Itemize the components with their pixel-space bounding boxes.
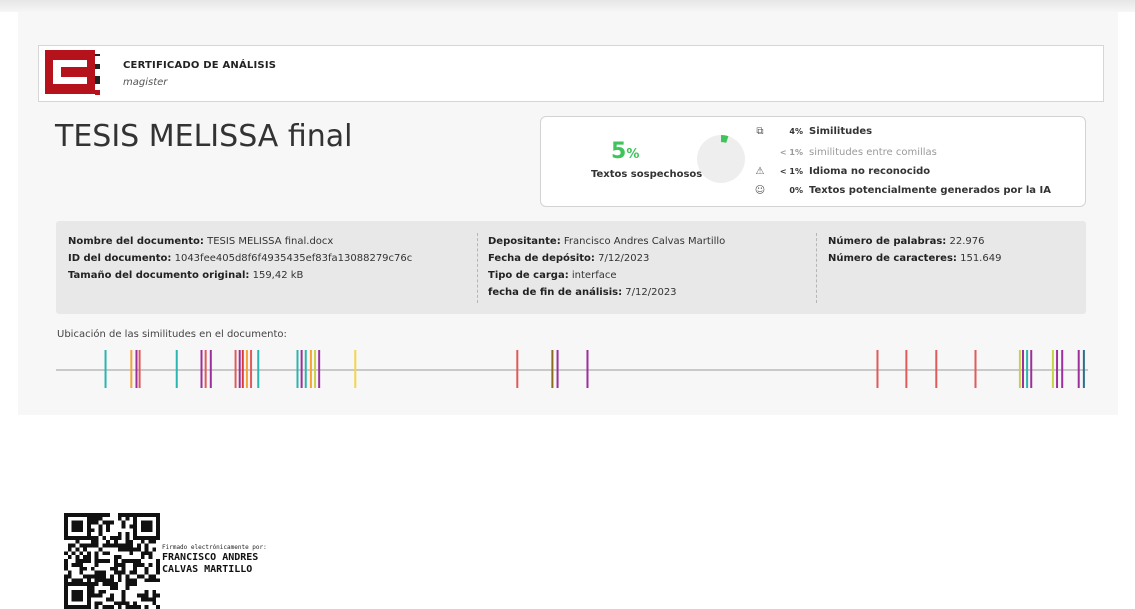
meta-document-size: Tamaño del documento original: 159,42 kB: [68, 270, 304, 281]
meta-upload-type: Tipo de carga: interface: [488, 270, 617, 281]
row-ai-generated: ☺ 0% Textos potencialmente generados por…: [754, 185, 1051, 196]
copy-icon: ⧉: [756, 126, 764, 137]
ai-robot-icon: ☺: [754, 185, 766, 196]
row-quoted-similarities: < 1% similitudes entre comillas: [779, 147, 937, 158]
column-divider: [477, 233, 478, 303]
row-similitudes: ⧉ 4% Similitudes: [753, 126, 872, 137]
compilatio-logo-icon: [45, 50, 100, 95]
metadata-column-document: Nombre del documento: TESIS MELISSA fina…: [68, 233, 412, 284]
similarity-location-bar: [56, 350, 1088, 388]
top-shadow-bar: [0, 0, 1135, 12]
meta-depositor: Depositante: Francisco Andres Calvas Mar…: [488, 236, 726, 247]
suspicious-percent: 5%: [611, 139, 640, 164]
score-donut-chart: [697, 135, 745, 183]
similarity-location-label: Ubicación de las similitudes en el docum…: [57, 329, 287, 340]
metadata-column-counts: Número de palabras: 22.976 Número de car…: [828, 233, 1001, 267]
meta-deposit-date: Fecha de depósito: 7/12/2023: [488, 253, 650, 264]
meta-word-count: Número de palabras: 22.976: [828, 236, 985, 247]
metadata-column-deposit: Depositante: Francisco Andres Calvas Mar…: [488, 233, 725, 301]
meta-document-name: Nombre del documento: TESIS MELISSA fina…: [68, 236, 334, 247]
column-divider: [816, 233, 817, 303]
signature-qr-code: [64, 513, 160, 609]
signature-caption: Firmado electrónicamente por:: [162, 544, 267, 551]
meta-char-count: Número de caracteres: 151.649: [828, 253, 1002, 264]
meta-document-id: ID del documento: 1043fee405d8f6f4935435…: [68, 253, 413, 264]
certificate-title: CERTIFICADO DE ANÁLISIS: [123, 60, 277, 71]
signer-name: FRANCISCO ANDRES CALVAS MARTILLO: [162, 552, 259, 575]
meta-analysis-end-date: fecha de fin de análisis: 7/12/2023: [488, 287, 677, 298]
certificate-subtitle: magister: [123, 77, 168, 88]
document-metadata-panel: Nombre del documento: TESIS MELISSA fina…: [56, 221, 1086, 314]
certificate-header: CERTIFICADO DE ANÁLISIS magister: [38, 45, 1104, 102]
row-language: ⚠ < 1% Idioma no reconocido: [753, 166, 931, 177]
language-warning-icon: ⚠: [755, 166, 765, 177]
suspicious-label: Textos sospechosos: [591, 169, 703, 180]
score-summary-box: 5% Textos sospechosos ⧉ 4% Similitudes <…: [540, 116, 1086, 207]
document-title: TESIS MELISSA final: [55, 119, 353, 154]
